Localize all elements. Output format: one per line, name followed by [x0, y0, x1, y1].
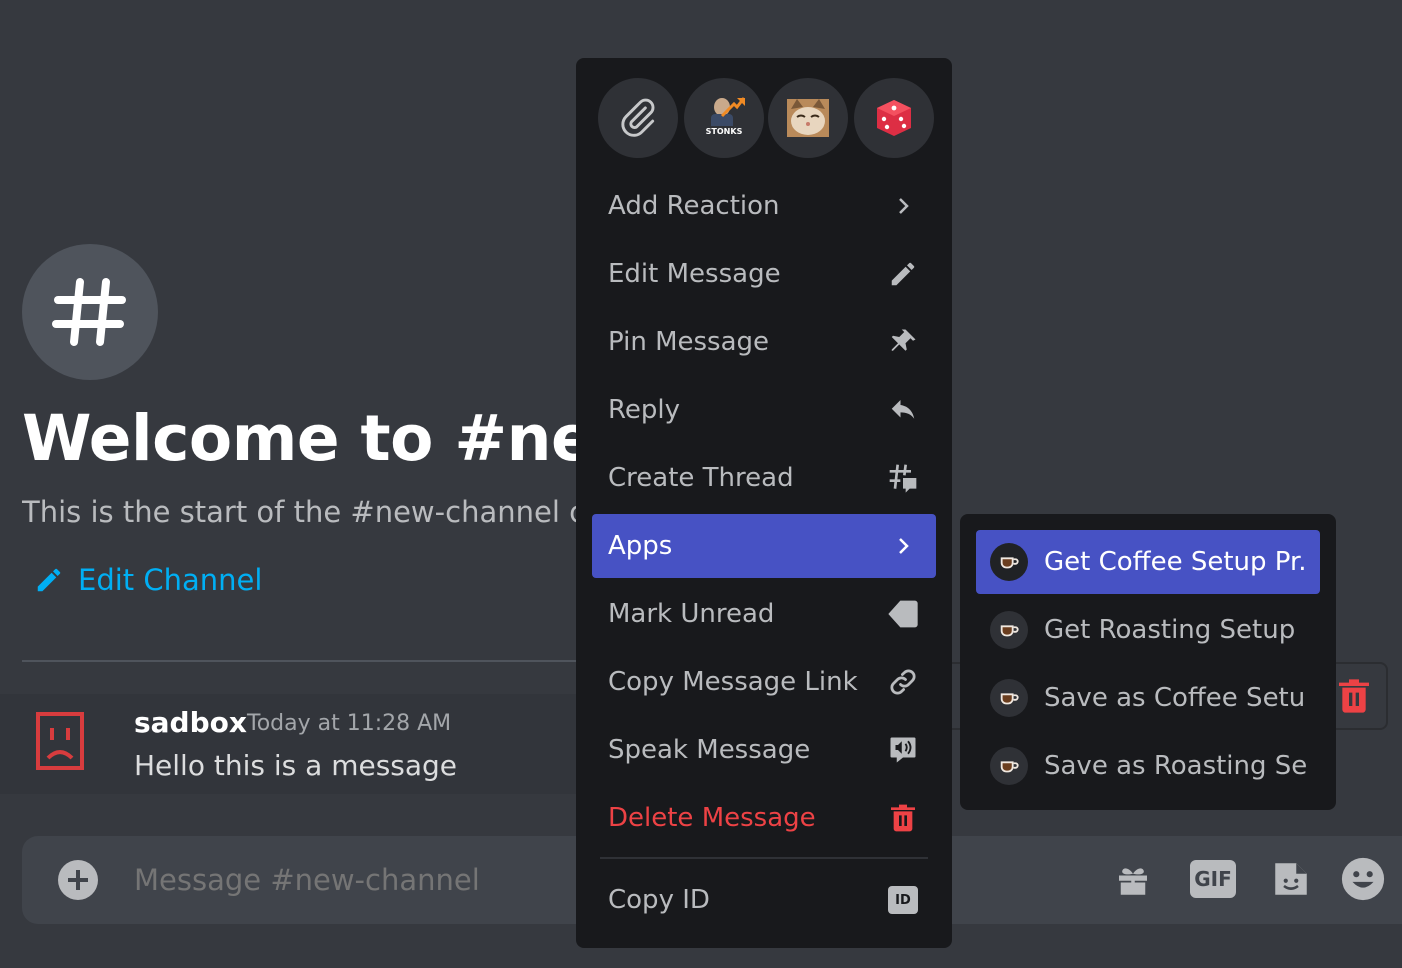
- add-attachment-button[interactable]: [58, 860, 98, 904]
- pin-icon: [886, 325, 920, 359]
- chevron-right-icon: [886, 529, 920, 563]
- id-icon: ID: [886, 883, 920, 917]
- hash-icon: [52, 278, 126, 346]
- pencil-icon: [37, 568, 61, 592]
- menu-item-add-reaction[interactable]: Add Reaction: [592, 174, 936, 238]
- stonks-label: STONKS: [705, 127, 743, 136]
- stonks-emoji-icon: STONKS: [702, 96, 746, 140]
- plus-circle-icon: [58, 860, 98, 900]
- coffee-cup-icon: [990, 611, 1028, 649]
- paperclip-icon: [621, 98, 655, 137]
- menu-item-copy-id[interactable]: Copy ID ID: [592, 868, 936, 932]
- menu-item-delete-message[interactable]: Delete Message: [592, 786, 936, 850]
- cat-face-icon: [787, 99, 829, 137]
- speak-icon: [886, 733, 920, 767]
- dice-icon: [877, 100, 911, 136]
- smiley-icon: [1341, 857, 1385, 901]
- channel-hash-avatar: [22, 244, 158, 380]
- coffee-cup-icon: [990, 747, 1028, 785]
- trash-icon: [886, 801, 920, 835]
- menu-item-reply[interactable]: Reply: [592, 378, 936, 442]
- avatar[interactable]: [28, 706, 92, 776]
- app-command-get-coffee-setup[interactable]: Get Coffee Setup Pr...: [976, 530, 1320, 594]
- app-command-save-roasting-setup[interactable]: Save as Roasting Set...: [976, 734, 1320, 798]
- menu-item-copy-message-link[interactable]: Copy Message Link: [592, 650, 936, 714]
- message-content: Hello this is a message: [134, 749, 458, 782]
- gif-icon: GIF: [1190, 860, 1236, 898]
- chevron-right-icon: [886, 189, 920, 223]
- edit-channel-label: Edit Channel: [78, 563, 263, 597]
- quick-reaction-paperclip[interactable]: [598, 78, 678, 158]
- message-timestamp: Today at 11:28 AM: [247, 711, 452, 736]
- menu-item-mark-unread[interactable]: Mark Unread: [592, 582, 936, 646]
- divider: [22, 660, 578, 662]
- quick-reaction-dice[interactable]: [854, 78, 934, 158]
- coffee-cup-icon: [990, 543, 1028, 581]
- quick-reaction-stonks[interactable]: STONKS: [684, 78, 764, 158]
- trash-icon[interactable]: [1334, 676, 1374, 720]
- message-input[interactable]: [134, 858, 564, 902]
- message-author[interactable]: sadbox: [134, 704, 247, 742]
- sticker-button[interactable]: [1268, 856, 1314, 902]
- app-command-get-roasting-setup[interactable]: Get Roasting Setup ...: [976, 598, 1320, 662]
- app-command-save-coffee-setup[interactable]: Save as Coffee Setu...: [976, 666, 1320, 730]
- link-icon: [886, 665, 920, 699]
- pencil-icon: [886, 257, 920, 291]
- welcome-subtitle: This is the start of the #new-channel ch…: [22, 495, 578, 529]
- gif-button[interactable]: GIF: [1190, 856, 1236, 902]
- menu-item-speak-message[interactable]: Speak Message: [592, 718, 936, 782]
- coffee-cup-icon: [990, 679, 1028, 717]
- menu-item-edit-message[interactable]: Edit Message: [592, 242, 936, 306]
- emoji-button[interactable]: [1340, 856, 1386, 902]
- menu-item-create-thread[interactable]: Create Thread: [592, 446, 936, 510]
- gift-icon: [1119, 868, 1147, 895]
- mark-unread-icon: [886, 597, 920, 631]
- welcome-title: Welcome to #new-channel!: [22, 402, 578, 475]
- menu-separator: [600, 857, 928, 859]
- sticker-icon: [1275, 863, 1307, 895]
- menu-item-pin-message[interactable]: Pin Message: [592, 310, 936, 374]
- reply-icon: [886, 393, 920, 427]
- thread-icon: [886, 461, 920, 495]
- menu-item-apps[interactable]: Apps: [592, 514, 936, 578]
- quick-reaction-cat[interactable]: [768, 78, 848, 158]
- edit-channel-link[interactable]: Edit Channel: [34, 560, 262, 600]
- gift-button[interactable]: [1110, 856, 1156, 902]
